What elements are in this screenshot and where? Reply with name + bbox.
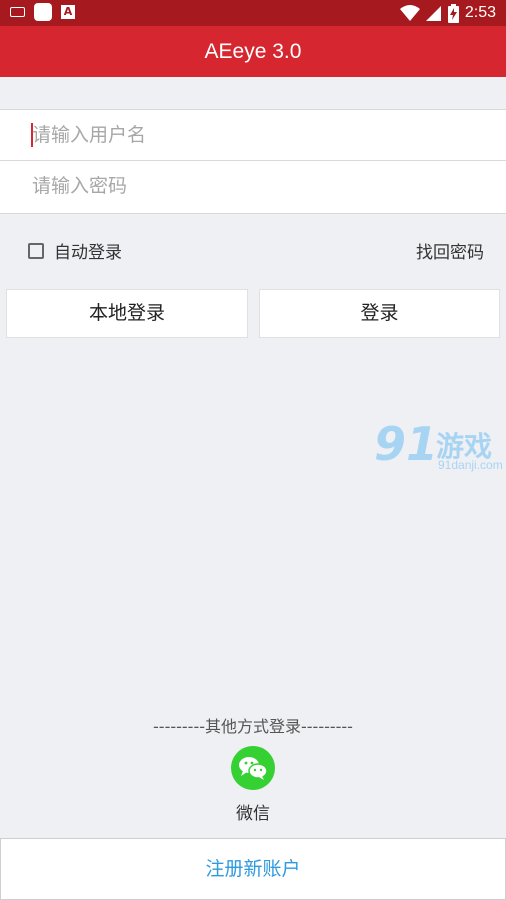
auto-login-label: 自动登录 bbox=[54, 243, 122, 263]
username-input[interactable] bbox=[32, 110, 472, 160]
status-bar-system: 2:53 bbox=[399, 2, 496, 24]
a-notification-icon: A bbox=[61, 5, 75, 19]
watermark-number: 91 bbox=[374, 417, 439, 471]
wechat-label: 微信 bbox=[236, 804, 270, 824]
username-field-row bbox=[0, 110, 506, 161]
login-button[interactable]: 登录 bbox=[259, 289, 500, 338]
auto-login-toggle[interactable]: 自动登录 bbox=[28, 238, 122, 263]
login-form bbox=[0, 109, 506, 214]
status-bar-notifications: A bbox=[10, 3, 75, 21]
app-notification-icon bbox=[34, 3, 52, 21]
watermark-logo: 91 游戏 91danji.com bbox=[372, 417, 506, 475]
watermark-url: 91danji.com bbox=[438, 458, 503, 472]
password-input[interactable] bbox=[32, 161, 472, 211]
keyboard-icon bbox=[10, 7, 25, 17]
wechat-login-button[interactable] bbox=[231, 746, 275, 790]
auto-login-checkbox[interactable] bbox=[28, 242, 44, 259]
battery-charging-icon bbox=[447, 3, 459, 23]
app-bar: AEeye 3.0 bbox=[0, 26, 506, 77]
wifi-icon bbox=[399, 5, 420, 21]
clock: 2:53 bbox=[464, 4, 496, 21]
app-title: AEeye 3.0 bbox=[204, 40, 302, 63]
status-bar: A 2:53 bbox=[0, 0, 506, 26]
wechat-icon bbox=[239, 757, 268, 780]
other-login-divider: ---------其他方式登录--------- bbox=[153, 717, 353, 736]
local-login-button[interactable]: 本地登录 bbox=[6, 289, 248, 338]
password-field-row bbox=[0, 161, 506, 211]
forgot-password-link[interactable]: 找回密码 bbox=[416, 238, 484, 263]
signal-icon bbox=[425, 6, 441, 21]
register-button[interactable]: 注册新账户 bbox=[0, 838, 506, 900]
